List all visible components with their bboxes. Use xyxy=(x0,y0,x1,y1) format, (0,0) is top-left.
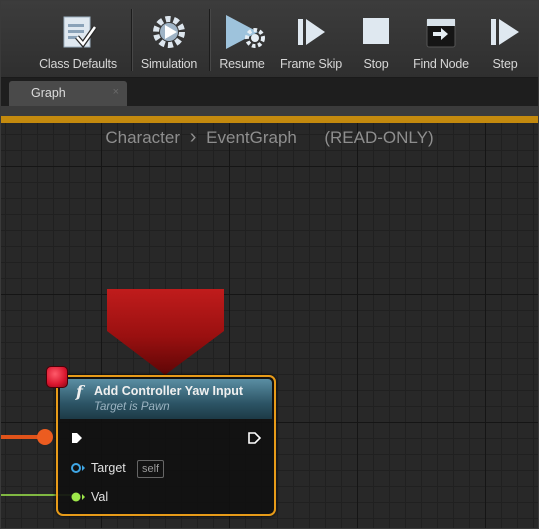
resume-label: Resume xyxy=(219,57,265,71)
exec-out-pin-icon xyxy=(248,432,262,444)
target-pin-label: Target xyxy=(91,461,126,475)
frame-skip-button[interactable]: Frame Skip xyxy=(275,1,347,77)
toolbar-separator xyxy=(131,9,133,71)
close-icon[interactable]: × xyxy=(113,86,119,98)
find-node-button[interactable]: Find Node xyxy=(406,1,476,77)
graph-canvas[interactable]: Character › EventGraph (READ-ONLY) f Add… xyxy=(1,123,538,528)
find-node-label: Find Node xyxy=(413,57,469,71)
target-pin-icon xyxy=(71,463,81,473)
val-pin-label: Val xyxy=(91,490,109,504)
resume-button[interactable]: Resume xyxy=(214,1,270,77)
exec-wire-end-icon xyxy=(37,429,53,445)
target-default-value: self xyxy=(137,460,165,478)
step-button[interactable]: Step xyxy=(483,1,527,77)
exec-in-pin-icon xyxy=(72,433,82,443)
tab-graph-label: Graph xyxy=(31,86,66,100)
blueprint-editor-window: Class Defaults Simulation Resume Frame S… xyxy=(0,0,539,529)
class-defaults-button[interactable]: Class Defaults xyxy=(28,1,128,77)
simulation-label: Simulation xyxy=(140,57,198,71)
val-pin-icon xyxy=(71,492,81,502)
toolbar: Class Defaults Simulation Resume Frame S… xyxy=(1,1,538,78)
step-label: Step xyxy=(492,57,518,71)
blueprint-node[interactable]: f Add Controller Yaw Input Target is Paw… xyxy=(56,375,276,516)
resume-icon xyxy=(222,13,265,51)
class-defaults-icon xyxy=(58,13,98,51)
simulation-button[interactable]: Simulation xyxy=(134,1,204,77)
stop-label: Stop xyxy=(363,57,389,71)
frame-skip-label: Frame Skip xyxy=(280,57,342,71)
debug-mode-bar xyxy=(1,116,538,123)
stop-icon xyxy=(356,13,396,51)
tab-graph[interactable]: Graph × xyxy=(9,81,127,106)
debug-instruction-pointer-icon xyxy=(107,289,224,375)
toolbar-separator xyxy=(209,9,211,71)
class-defaults-label: Class Defaults xyxy=(39,57,117,71)
tab-bar: Graph × xyxy=(1,78,538,106)
find-node-icon xyxy=(421,13,461,51)
step-icon xyxy=(485,13,525,51)
stop-button[interactable]: Stop xyxy=(353,1,399,77)
frame-skip-icon xyxy=(291,13,331,51)
breakpoint-icon[interactable] xyxy=(46,366,68,388)
tab-underline xyxy=(1,106,538,116)
simulation-icon xyxy=(149,13,189,51)
